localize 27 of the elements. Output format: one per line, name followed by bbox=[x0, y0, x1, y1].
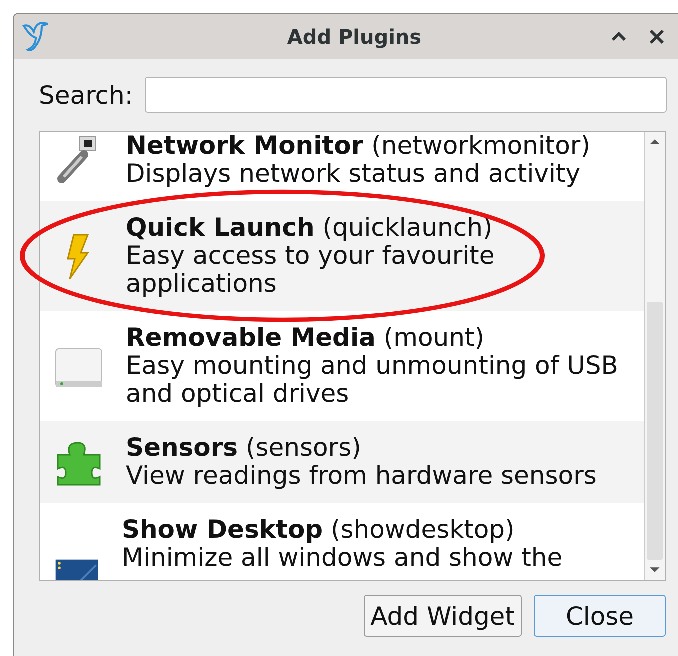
dialog-button[interactable]: Close bbox=[534, 595, 666, 637]
bird-icon bbox=[20, 20, 50, 54]
plugin-row[interactable]: Network Monitor (networkmonitor) Displays network status and activity bbox=[40, 132, 644, 201]
plugin-id: (sensors) bbox=[246, 433, 362, 462]
plugin-id: (networkmonitor) bbox=[372, 132, 590, 160]
window-title: Add Plugins bbox=[286, 24, 423, 48]
plugin-id: (showdesktop) bbox=[330, 515, 515, 544]
plugin-description: Displays network status and activity bbox=[126, 160, 582, 188]
plugin-name: Sensors bbox=[126, 433, 238, 462]
plugin-description: View readings from hardware sensors bbox=[126, 462, 598, 490]
plugin-row[interactable]: Quick Launch (quicklaunch) Easy access to your favourite applications bbox=[40, 201, 644, 311]
plugin-description: Easy access to your favourite applications bbox=[126, 242, 496, 298]
plugin-name: Show Desktop bbox=[122, 515, 324, 544]
plugin-description: Easy mounting and unmounting of USB and optical drives bbox=[126, 352, 620, 408]
plugin-name: Quick Launch bbox=[126, 213, 315, 242]
plugin-description: Minimize all windows and show the bbox=[122, 544, 564, 572]
plugin-row[interactable]: Sensors (sensors) View readings from hardware sensors bbox=[40, 421, 644, 503]
search-field[interactable] bbox=[145, 77, 667, 113]
scrollbar[interactable] bbox=[644, 132, 665, 580]
plugin-row[interactable]: Show Desktop (showdesktop) Minimize all windows and show the bbox=[40, 503, 644, 580]
plugin-id: (mount) bbox=[384, 323, 484, 352]
plugin-name: Network Monitor bbox=[126, 132, 364, 160]
plugin-row[interactable]: Removable Media (mount) Easy mounting and unmounting of USB and optical drives bbox=[40, 311, 644, 421]
plugin-id: (quicklaunch) bbox=[322, 213, 493, 242]
plugin-name: Removable Media bbox=[126, 323, 376, 352]
dialog-button[interactable]: Add Widget bbox=[364, 595, 522, 637]
search-label: Search: bbox=[39, 80, 134, 110]
